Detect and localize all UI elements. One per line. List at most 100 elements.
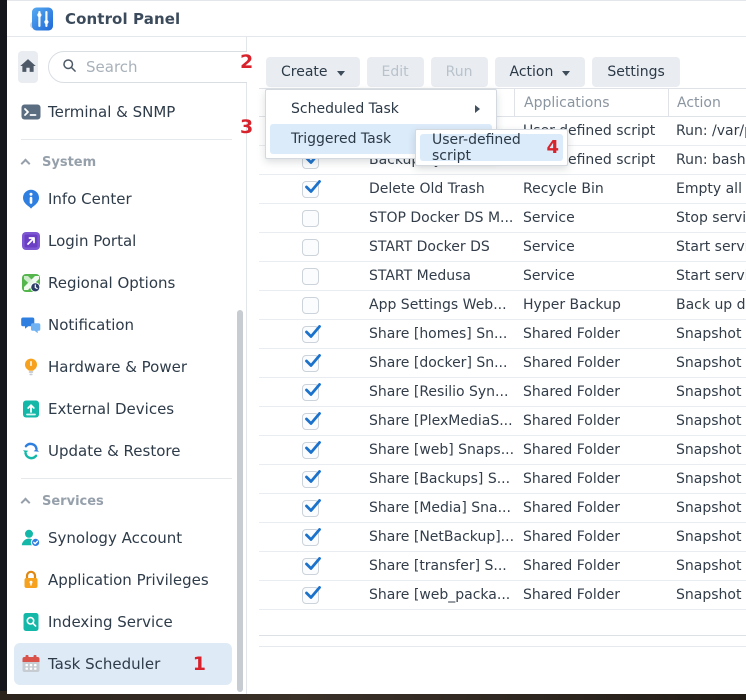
sidebar-item-regional-options[interactable]: Regional Options: [14, 262, 232, 304]
login-portal-icon: [20, 230, 42, 252]
sidebar-section-label: Services: [42, 494, 104, 509]
header-applications[interactable]: Applications: [514, 89, 668, 116]
task-enabled-checkbox[interactable]: [302, 471, 319, 488]
task-enabled-checkbox[interactable]: [302, 210, 319, 227]
sidebar-item-synology-account[interactable]: Synology Account: [14, 517, 232, 559]
home-button[interactable]: [18, 51, 38, 83]
sidebar: Terminal & SNMP System Info Center Login Po…: [7, 37, 247, 694]
task-enabled-checkbox[interactable]: [302, 442, 319, 459]
task-name-cell: Share [PlexMediaS...: [349, 407, 514, 435]
chevron-up-icon: [21, 498, 31, 508]
task-enabled-checkbox[interactable]: [302, 268, 319, 285]
sidebar-item-label: Application Privileges: [48, 571, 209, 589]
button-label: Run: [446, 64, 473, 80]
table-row[interactable]: Share [Resilio Syn...Shared FolderSnapsh…: [259, 378, 746, 407]
sidebar-item-external-devices[interactable]: External Devices: [14, 388, 232, 430]
sidebar-item-application-privileges[interactable]: Application Privileges: [14, 559, 232, 601]
sidebar-item-hardware-power[interactable]: Hardware & Power: [14, 346, 232, 388]
sidebar-scrollbar-thumb[interactable]: [237, 310, 243, 692]
table-row[interactable]: STOP Docker DS M...ServiceStop servic: [259, 204, 746, 233]
create-button[interactable]: Create: [266, 57, 360, 87]
table-row[interactable]: Share [homes] Sn...Shared FolderSnapshot: [259, 320, 746, 349]
run-button: Run: [431, 57, 488, 87]
table-row[interactable]: Share [web] Snaps...Shared FolderSnapsho…: [259, 436, 746, 465]
control-panel-logo-icon: [29, 6, 55, 32]
window-title: Control Panel: [65, 10, 180, 28]
table-row[interactable]: Share [NetBackup]...Shared FolderSnapsho…: [259, 523, 746, 552]
menu-item-label: Triggered Task: [291, 131, 391, 147]
sidebar-item-terminal-snmp[interactable]: Terminal & SNMP: [14, 91, 232, 133]
footer-divider: [259, 646, 746, 647]
action-cell: Back up da: [668, 291, 746, 319]
sidebar-item-task-scheduler[interactable]: Task Scheduler1: [14, 643, 232, 685]
task-name-cell: Share [web_packa...: [349, 581, 514, 609]
sidebar-section-system[interactable]: System: [7, 146, 246, 178]
sidebar-nav: Terminal & SNMP System Info Center Login Po…: [7, 91, 246, 685]
task-enabled-checkbox[interactable]: [302, 587, 319, 604]
action-cell: Run: bash /: [668, 146, 746, 174]
sidebar-item-label: Hardware & Power: [48, 358, 187, 376]
table-row[interactable]: Share [PlexMediaS...Shared FolderSnapsho…: [259, 407, 746, 436]
task-enabled-checkbox[interactable]: [302, 558, 319, 575]
action-cell: Snapshot: [668, 407, 746, 435]
table-row[interactable]: Share [Media] Sna...Shared FolderSnapsho…: [259, 494, 746, 523]
sidebar-topbar: [7, 37, 246, 91]
button-label: Create: [281, 64, 328, 80]
sidebar-section-label: System: [42, 155, 96, 170]
table-row[interactable]: Share [Backups] S...Shared FolderSnapsho…: [259, 465, 746, 494]
enabled-cell: [259, 320, 349, 348]
table-row[interactable]: Delete Old TrashRecycle BinEmpty all R: [259, 175, 746, 204]
control-panel-window: Control Panel Terminal & SNMPSystemIn: [7, 0, 746, 694]
notification-icon: [20, 314, 42, 336]
submenu-item-user-defined-script[interactable]: User-defined script4: [420, 134, 563, 161]
button-label: Settings: [607, 64, 664, 80]
action-cell: Snapshot: [668, 494, 746, 522]
application-cell: Shared Folder: [514, 349, 668, 377]
task-enabled-checkbox[interactable]: [302, 384, 319, 401]
enabled-cell: [259, 436, 349, 464]
header-action[interactable]: Action: [668, 89, 746, 116]
task-enabled-checkbox[interactable]: [302, 529, 319, 546]
table-row[interactable]: START MedusaServiceStart servic: [259, 262, 746, 291]
toolbar: Create Edit Run Action Settings: [266, 57, 746, 87]
regional-options-icon: [20, 272, 42, 294]
enabled-cell: [259, 291, 349, 319]
table-row[interactable]: Share [transfer] S...Shared FolderSnapsh…: [259, 552, 746, 581]
edit-button: Edit: [367, 57, 424, 87]
task-enabled-checkbox[interactable]: [302, 239, 319, 256]
sidebar-item-label: Info Center: [48, 190, 132, 208]
action-button[interactable]: Action: [495, 57, 586, 87]
application-cell: Service: [514, 262, 668, 290]
task-enabled-checkbox[interactable]: [302, 355, 319, 372]
action-cell: Empty all R: [668, 175, 746, 203]
application-cell: Shared Folder: [514, 552, 668, 580]
enabled-cell: [259, 552, 349, 580]
action-cell: Snapshot: [668, 436, 746, 464]
task-name-cell: Share [Media] Sna...: [349, 494, 514, 522]
table-row[interactable]: START Docker DSServiceStart servic: [259, 233, 746, 262]
sidebar-item-label: External Devices: [48, 400, 174, 418]
menu-item-scheduled-task[interactable]: Scheduled Task: [270, 94, 492, 124]
sidebar-item-notification[interactable]: Notification: [14, 304, 232, 346]
enabled-cell: [259, 523, 349, 551]
task-name-cell: Share [web] Snaps...: [349, 436, 514, 464]
hardware-power-icon: [20, 356, 42, 378]
sidebar-item-update-restore[interactable]: Update & Restore: [14, 430, 232, 472]
task-name-cell: Share [NetBackup]...: [349, 523, 514, 551]
task-enabled-checkbox[interactable]: [302, 181, 319, 198]
sidebar-item-login-portal[interactable]: Login Portal: [14, 220, 232, 262]
sidebar-item-info-center[interactable]: Info Center: [14, 178, 232, 220]
settings-button[interactable]: Settings: [592, 57, 679, 87]
task-enabled-checkbox[interactable]: [302, 297, 319, 314]
update-restore-icon: [20, 440, 42, 462]
table-row[interactable]: Share [docker] Sn...Shared FolderSnapsho…: [259, 349, 746, 378]
table-row[interactable]: Share [web_packa...Shared FolderSnapshot: [259, 581, 746, 610]
sidebar-item-indexing-service[interactable]: Indexing Service: [14, 601, 232, 643]
table-row[interactable]: App Settings Web...Hyper BackupBack up d…: [259, 291, 746, 320]
enabled-cell: [259, 378, 349, 406]
task-enabled-checkbox[interactable]: [302, 413, 319, 430]
application-cell: Shared Folder: [514, 320, 668, 348]
task-enabled-checkbox[interactable]: [302, 500, 319, 517]
sidebar-section-services[interactable]: Services: [7, 485, 246, 517]
task-enabled-checkbox[interactable]: [302, 326, 319, 343]
